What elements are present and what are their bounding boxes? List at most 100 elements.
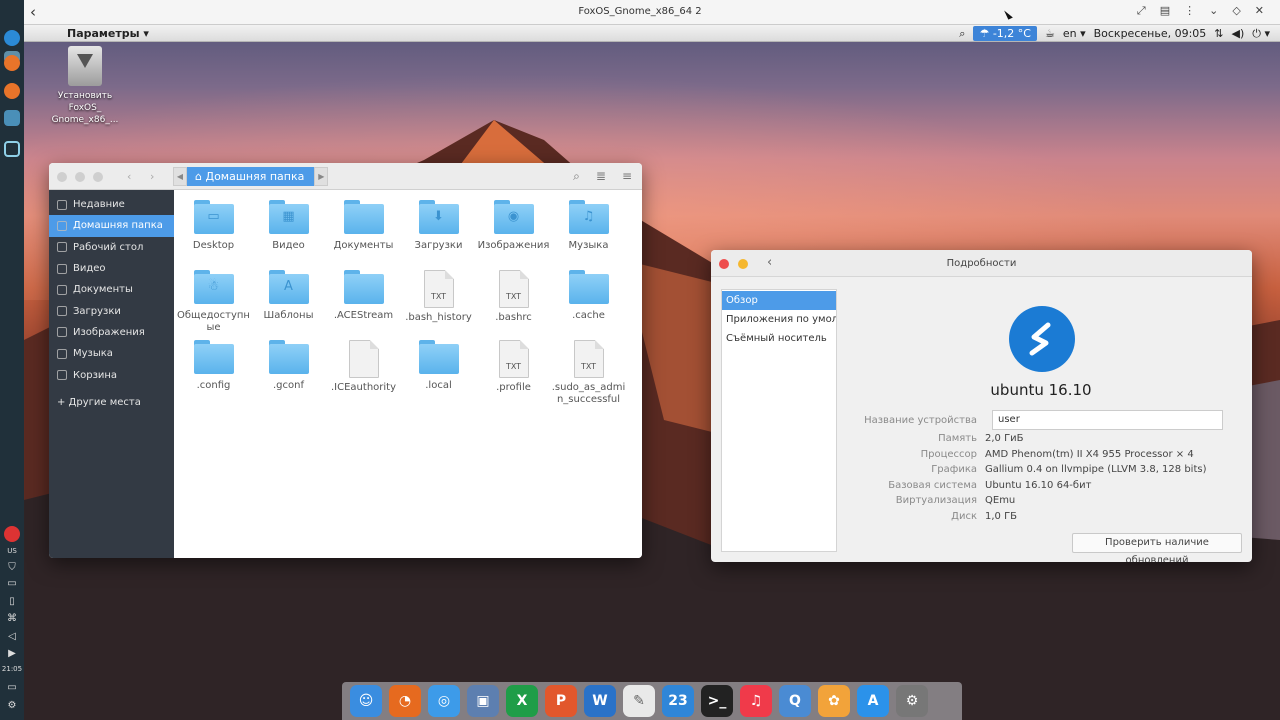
calendar-icon[interactable]: 23: [662, 685, 694, 717]
settings-icon[interactable]: ⚙: [896, 685, 928, 717]
volume-icon[interactable]: ◀): [1232, 27, 1245, 40]
network-icon[interactable]: ⇅: [1214, 27, 1223, 40]
music-icon[interactable]: ♫: [740, 685, 772, 717]
file-item[interactable]: ▭ Desktop: [176, 200, 251, 252]
search-icon[interactable]: ⌕: [573, 169, 580, 184]
details-sidebar-item[interactable]: Съёмный носитель: [722, 329, 836, 348]
breadcrumb-left-arrow[interactable]: ◀: [173, 167, 187, 186]
network-icon[interactable]: ⌘: [0, 613, 24, 624]
file-item[interactable]: .local: [401, 340, 476, 392]
host-controls: ⤢ ▤ ⋮ ⌄ ◇ ✕: [1137, 4, 1264, 18]
photos-icon[interactable]: ✿: [818, 685, 850, 717]
keyboard-icon[interactable]: ▤: [1160, 4, 1170, 18]
close-button[interactable]: [57, 172, 67, 182]
file-item[interactable]: ⬇ Загрузки: [401, 200, 476, 252]
file-name: Документы: [333, 240, 394, 251]
minimize-button[interactable]: [75, 172, 85, 182]
quicktime-icon[interactable]: Q: [779, 685, 811, 717]
notification-icon[interactable]: [4, 526, 20, 542]
check-updates-button[interactable]: Проверить наличие обновлений: [1072, 533, 1242, 562]
file-item[interactable]: TXT .bash_history: [401, 270, 476, 324]
sidebar-item[interactable]: Видео: [49, 258, 174, 279]
sidebar-item[interactable]: Документы: [49, 279, 174, 300]
file-item[interactable]: ☃ Общедоступные: [176, 270, 251, 334]
firefox-icon[interactable]: ◔: [389, 685, 421, 717]
chevron-down-icon[interactable]: ⌄: [1209, 4, 1218, 18]
more-icon[interactable]: ⋮: [1184, 4, 1195, 18]
breadcrumb-current[interactable]: ⌂ Домашняя папка: [187, 167, 315, 186]
breadcrumb-right-arrow[interactable]: ▶: [314, 167, 329, 186]
sidebar-item[interactable]: Недавние: [49, 194, 174, 215]
details-sidebar-item[interactable]: Обзор: [722, 291, 836, 310]
firefox-icon[interactable]: [4, 83, 20, 99]
shield-icon[interactable]: ⛉: [0, 562, 24, 573]
firefox-icon[interactable]: [4, 55, 20, 71]
settings-icon[interactable]: ⚙: [0, 700, 24, 711]
clock[interactable]: Воскресенье, 09:05: [1094, 27, 1207, 40]
folder-icon: [418, 340, 459, 374]
word-icon[interactable]: W: [584, 685, 616, 717]
sidebar-item[interactable]: Домашняя папка: [49, 215, 174, 237]
preview-icon[interactable]: ▣: [467, 685, 499, 717]
sidebar-item[interactable]: Загрузки: [49, 300, 174, 321]
file-item[interactable]: ◉ Изображения: [476, 200, 551, 252]
folder-glyph-icon: ⬇: [433, 209, 444, 224]
file-type-label: TXT: [505, 362, 522, 371]
files-header: ‹ › ◀ ⌂ Домашняя папка ▶ ⌕ ≣ ≡: [49, 163, 642, 190]
app-store-icon[interactable]: A: [857, 685, 889, 717]
screenshot-icon[interactable]: [4, 141, 20, 157]
folder-icon: ⬇: [418, 200, 459, 234]
play-icon[interactable]: ▶: [0, 648, 24, 659]
menu-icon[interactable]: ≡: [622, 169, 632, 184]
file-name: .bash_history: [405, 312, 472, 323]
close-icon[interactable]: ✕: [1255, 4, 1264, 18]
file-item[interactable]: TXT .profile: [476, 340, 551, 394]
sidebar-item-label: Рабочий стол: [73, 241, 144, 253]
display-icon[interactable]: ▭: [0, 578, 24, 589]
file-item[interactable]: ▦ Видео: [251, 200, 326, 252]
powerpoint-icon[interactable]: P: [545, 685, 577, 717]
sidebar-item[interactable]: Музыка: [49, 343, 174, 364]
file-item[interactable]: .ACEStream: [326, 270, 401, 322]
file-item[interactable]: Документы: [326, 200, 401, 252]
language-selector[interactable]: en ▾: [1063, 27, 1086, 40]
file-item[interactable]: A Шаблоны: [251, 270, 326, 322]
file-item[interactable]: .config: [176, 340, 251, 392]
back-button[interactable]: ‹: [127, 170, 131, 183]
power-icon[interactable]: ⏻ ▾: [1252, 27, 1270, 41]
file-item[interactable]: TXT .bashrc: [476, 270, 551, 324]
excel-icon[interactable]: X: [506, 685, 538, 717]
file-item[interactable]: ♫ Музыка: [551, 200, 626, 252]
forward-button[interactable]: ›: [150, 170, 154, 183]
sidebar-item[interactable]: Рабочий стол: [49, 237, 174, 258]
other-places[interactable]: + Другие места: [49, 392, 174, 413]
terminal-icon[interactable]: >_: [701, 685, 733, 717]
finder-icon[interactable]: ☺: [350, 685, 382, 717]
view-list-icon[interactable]: ≣: [596, 169, 606, 184]
diamond-icon[interactable]: ◇: [1232, 4, 1240, 18]
weather-indicator[interactable]: ☂ -1,2 °C: [973, 26, 1037, 41]
file-item[interactable]: .ICEauthority: [326, 340, 401, 394]
device-name-field[interactable]: user: [992, 410, 1223, 430]
desktop-show-icon[interactable]: ▭: [0, 682, 24, 693]
volume-icon[interactable]: ◁: [0, 631, 24, 642]
file-item[interactable]: .cache: [551, 270, 626, 322]
keyboard-layout[interactable]: US: [0, 547, 24, 555]
maximize-button[interactable]: [93, 172, 103, 182]
sidebar-item[interactable]: Изображения: [49, 322, 174, 343]
fullscreen-icon[interactable]: ⤢: [1137, 4, 1146, 18]
notes-icon[interactable]: ✎: [623, 685, 655, 717]
details-row: Диск 1,0 ГБ: [851, 511, 1241, 522]
details-sidebar-item[interactable]: Приложения по умолчанию: [722, 310, 836, 329]
coffee-icon[interactable]: ☕: [1045, 27, 1055, 40]
sidebar-item[interactable]: Корзина: [49, 364, 174, 385]
foxos-icon[interactable]: [4, 30, 20, 46]
search-icon[interactable]: ⌕: [959, 27, 965, 41]
app-menu[interactable]: Параметры ▾: [67, 27, 149, 40]
file-item[interactable]: .gconf: [251, 340, 326, 392]
browser-icon[interactable]: ◎: [428, 685, 460, 717]
desktop-install-icon[interactable]: Установить FoxOS_ Gnome_x86_...: [50, 46, 120, 126]
file-item[interactable]: TXT .sudo_as_admin_successful: [551, 340, 626, 406]
battery-icon[interactable]: ▯: [0, 596, 24, 607]
vpn-icon[interactable]: [4, 110, 20, 126]
